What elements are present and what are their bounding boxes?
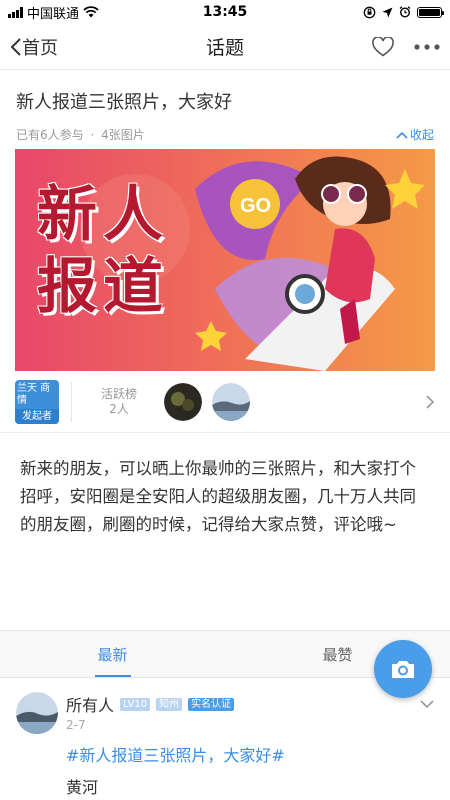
post-date: 2-7 <box>66 718 86 732</box>
camera-button[interactable] <box>374 640 432 698</box>
post-text: 黄河 <box>66 778 99 797</box>
active-rank[interactable]: 活跃榜 2人 <box>84 387 154 417</box>
initiator-badge: 发起者 <box>15 408 59 424</box>
post-username[interactable]: 所有人 <box>66 692 114 716</box>
carrier-label: 中国联通 <box>27 6 80 22</box>
active-rank-count: 2人 <box>109 401 129 416</box>
status-time: 13:45 <box>202 4 248 20</box>
camera-icon <box>392 661 414 678</box>
nav-bar: 首页 话题 <box>0 24 450 70</box>
topic-description: 新来的朋友，可以晒上你最帅的三张照片，和大家打个招呼，安阳圈是全安阳人的超级朋友… <box>20 459 416 534</box>
chevron-up-icon <box>396 131 408 139</box>
status-left: 中国联通 <box>8 3 99 22</box>
initiator-avatar[interactable]: 兰天 商情 发起者 <box>15 379 59 424</box>
page-title: 话题 <box>205 37 245 59</box>
chevron-left-icon <box>10 37 21 56</box>
battery-icon <box>417 6 444 18</box>
chevron-right-icon[interactable] <box>425 394 435 410</box>
banner-go-text: GO <box>240 195 271 217</box>
level-badge: LV10 <box>120 697 151 711</box>
topic-banner-image[interactable]: GO 新人 报道 <box>15 149 435 371</box>
chevron-down-icon[interactable] <box>420 699 434 709</box>
signal-icon <box>8 6 23 18</box>
alarm-icon <box>399 6 411 18</box>
collapse-label: 收起 <box>409 128 434 142</box>
post-header: 所有人 LV10 知州 实名认证 <box>66 692 434 716</box>
tab-latest[interactable]: 最新 <box>0 631 225 677</box>
active-rank-label: 活跃榜 <box>100 386 137 401</box>
back-button[interactable]: 首页 <box>10 34 58 60</box>
banner-line-1: 新人 <box>37 180 169 250</box>
photo-count: 4张图片 <box>101 128 145 142</box>
active-user-avatar-2[interactable] <box>212 382 250 421</box>
back-label: 首页 <box>22 37 58 59</box>
more-icon[interactable] <box>414 43 440 50</box>
banner-line-2: 报道 <box>37 252 169 322</box>
topic-title: 新人报道三张照片，大家好 <box>16 92 232 113</box>
banner-text: 新人 报道 <box>37 179 169 323</box>
post-avatar[interactable] <box>16 692 58 734</box>
location-icon <box>382 7 393 17</box>
post-body: 所有人 LV10 知州 实名认证 2-7 #新人报道三张照片，大家好# 黄河 <box>66 692 434 798</box>
orientation-lock-icon <box>363 6 376 18</box>
meta-separator: · <box>90 128 95 142</box>
collapse-button[interactable]: 收起 <box>396 126 434 143</box>
wifi-icon <box>83 6 99 18</box>
topic-stats: 已有6人参与 · 4张图片 <box>16 126 145 143</box>
status-right <box>363 6 444 19</box>
nav-actions <box>372 36 440 57</box>
post-item[interactable]: 所有人 LV10 知州 实名认证 2-7 #新人报道三张照片，大家好# 黄河 <box>0 678 450 798</box>
initiator-name: 兰天 商情 <box>17 382 51 406</box>
topic-header: 新人报道三张照片，大家好 已有6人参与 · 4张图片 收起 <box>0 70 450 143</box>
location-badge: 知州 <box>156 697 183 711</box>
heart-icon[interactable] <box>372 36 394 57</box>
activity-row: 兰天 商情 发起者 活跃榜 2人 <box>0 371 450 433</box>
divider <box>71 381 72 422</box>
post-hashtag[interactable]: #新人报道三张照片，大家好# <box>66 742 434 766</box>
participants-count: 已有6人参与 <box>16 128 84 142</box>
active-user-avatar-1[interactable] <box>164 382 202 421</box>
verified-badge: 实名认证 <box>188 697 235 711</box>
status-bar: 中国联通 13:45 <box>0 0 450 24</box>
topic-meta: 已有6人参与 · 4张图片 收起 <box>16 126 434 143</box>
